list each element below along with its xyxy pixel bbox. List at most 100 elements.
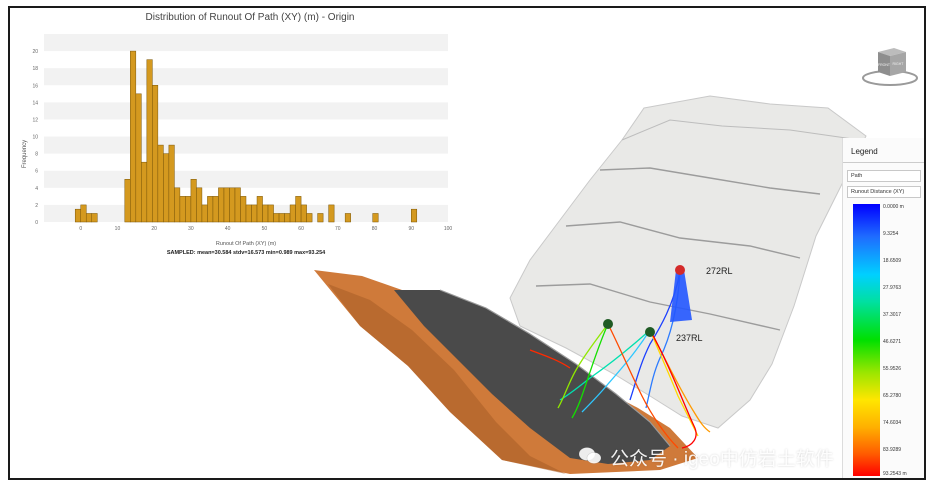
x-tick-label: 20 bbox=[151, 226, 157, 232]
view-cube-right-label: RIGHT bbox=[893, 62, 905, 66]
x-tick-label: 40 bbox=[225, 226, 231, 232]
histogram-bar bbox=[185, 196, 192, 223]
grid-band bbox=[44, 170, 448, 188]
y-tick-label: 8 bbox=[35, 152, 38, 158]
histogram-bar bbox=[157, 144, 164, 223]
histogram-bar bbox=[262, 204, 269, 223]
x-tick-label: 10 bbox=[115, 226, 121, 232]
x-tick-label: 90 bbox=[408, 226, 414, 232]
x-tick-label: 30 bbox=[188, 226, 194, 232]
histogram-bar bbox=[317, 213, 324, 223]
histogram-bar bbox=[141, 161, 148, 223]
x-tick-label: 70 bbox=[335, 226, 341, 232]
y-tick-label: 0 bbox=[35, 220, 38, 226]
histogram-bar bbox=[163, 153, 170, 223]
legend-tick-7: 65.2780 bbox=[883, 393, 902, 399]
histogram-bar bbox=[174, 187, 181, 223]
legend-tick-10: 93.2543 m bbox=[883, 471, 907, 477]
x-tick-label: 100 bbox=[444, 226, 453, 232]
histogram-bar bbox=[80, 204, 87, 223]
legend-tick-2: 18.6509 bbox=[883, 258, 902, 264]
x-axis-label: Runout Of Path (XY) (m) bbox=[216, 241, 276, 247]
histogram-bar bbox=[240, 196, 247, 223]
legend-tick-3: 27.9763 bbox=[883, 285, 902, 291]
histogram-bar bbox=[196, 187, 203, 223]
histogram-bar bbox=[91, 213, 98, 223]
histogram-bar bbox=[135, 93, 142, 223]
legend-path-select[interactable]: Path bbox=[847, 170, 921, 182]
legend-tick-5: 46.6271 bbox=[883, 339, 902, 345]
histogram-bar bbox=[306, 213, 313, 223]
histogram-bar bbox=[229, 187, 236, 223]
histogram-bar bbox=[130, 50, 137, 223]
y-tick-label: 6 bbox=[35, 169, 38, 175]
histogram-bar bbox=[74, 208, 81, 223]
elevation-label-237: 237RL bbox=[676, 333, 703, 343]
legend-tick-8: 74.6034 bbox=[883, 420, 902, 426]
y-tick-label: 2 bbox=[35, 203, 38, 209]
y-tick-label: 16 bbox=[32, 83, 38, 89]
histogram-bar bbox=[245, 204, 252, 223]
x-tick-label: 60 bbox=[298, 226, 304, 232]
histogram-bar bbox=[251, 204, 258, 223]
histogram-bar bbox=[218, 187, 225, 223]
histogram-bar bbox=[344, 213, 351, 223]
source-marker-237 bbox=[645, 327, 655, 337]
view-cube[interactable]: FRONT RIGHT bbox=[860, 48, 920, 88]
legend-divider bbox=[843, 162, 924, 163]
wechat-icon bbox=[578, 447, 602, 464]
stats-line: SAMPLED: mean=30.584 stdv=16.573 min=0.9… bbox=[167, 250, 326, 256]
legend-attribute-select[interactable]: Runout Distance (XY) bbox=[847, 186, 921, 198]
histogram-bar bbox=[212, 196, 219, 223]
histogram-bar bbox=[234, 187, 241, 223]
grid-band bbox=[44, 136, 448, 154]
chart-title: Distribution of Runout Of Path (XY) (m) … bbox=[145, 12, 355, 23]
histogram-bar bbox=[372, 213, 379, 223]
histogram-bar bbox=[152, 85, 159, 223]
legend-tick-6: 55.9526 bbox=[883, 366, 902, 372]
view-cube-front-label: FRONT bbox=[878, 63, 891, 67]
y-tick-label: 18 bbox=[32, 66, 38, 72]
y-tick-label: 10 bbox=[32, 135, 38, 141]
histogram-bar bbox=[201, 204, 208, 223]
y-tick-label: 14 bbox=[32, 100, 38, 106]
y-tick-label: 12 bbox=[32, 117, 38, 123]
legend-tick-0: 0.0000 m bbox=[883, 204, 904, 210]
histogram-bar bbox=[256, 196, 263, 223]
histogram-bar bbox=[267, 204, 274, 223]
legend-title: Legend bbox=[851, 147, 878, 156]
source-marker-low bbox=[603, 319, 613, 329]
histogram-bar bbox=[273, 213, 280, 223]
histogram-bar bbox=[85, 213, 92, 223]
histogram-bar bbox=[146, 59, 153, 223]
histogram-bar bbox=[190, 179, 197, 223]
x-tick-label: 0 bbox=[79, 226, 82, 232]
legend-tick-1: 9.3254 bbox=[883, 231, 899, 237]
elevation-label-272: 272RL bbox=[706, 266, 733, 276]
histogram-bar bbox=[295, 196, 302, 223]
histogram-bar bbox=[179, 196, 186, 223]
histogram-bar bbox=[300, 204, 307, 223]
x-tick-label: 80 bbox=[372, 226, 378, 232]
histogram-bar bbox=[124, 179, 131, 223]
legend-tick-9: 83.9289 bbox=[883, 447, 902, 453]
legend-tick-4: 37.3017 bbox=[883, 312, 902, 318]
watermark-text: 公众号 · igeo中仿岩土软件 bbox=[610, 449, 834, 470]
y-tick-label: 20 bbox=[32, 49, 38, 55]
histogram-bar bbox=[289, 204, 296, 223]
histogram-bar bbox=[284, 213, 291, 223]
histogram-bar bbox=[223, 187, 230, 223]
histogram-bar bbox=[328, 204, 335, 223]
y-tick-label: 4 bbox=[35, 186, 38, 192]
main-frame: Distribution of Runout Of Path (XY) (m) … bbox=[8, 6, 926, 480]
histogram-bar bbox=[168, 144, 175, 223]
grid-band bbox=[44, 34, 448, 52]
grid-band bbox=[44, 102, 448, 120]
grid-band bbox=[44, 68, 448, 86]
y-axis-label: Frequency bbox=[22, 140, 28, 168]
x-tick-label: 50 bbox=[262, 226, 268, 232]
source-marker-272 bbox=[675, 265, 685, 275]
legend-color-bar bbox=[853, 204, 880, 476]
histogram-bar bbox=[207, 196, 214, 223]
histogram-bar bbox=[278, 213, 285, 223]
